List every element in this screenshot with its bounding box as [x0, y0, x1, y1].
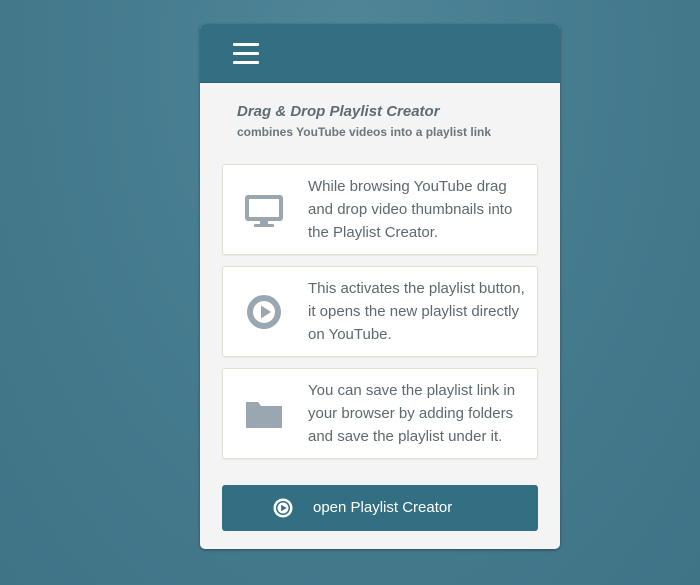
- hamburger-menu-icon[interactable]: [233, 43, 259, 65]
- info-text-save: You can save the playlist link in your b…: [308, 382, 516, 445]
- info-box-activate: This activates the playlist button, it o…: [222, 266, 538, 357]
- info-box-browse: While browsing YouTube drag and drop vid…: [222, 164, 538, 255]
- open-button-label: open Playlist Creator: [313, 499, 453, 516]
- page-title: Drag & Drop Playlist Creator: [237, 103, 440, 120]
- page-subtitle: combines YouTube videos into a playlist …: [237, 125, 492, 139]
- info-box-save: You can save the playlist link in your b…: [222, 368, 538, 459]
- popup-header: [200, 24, 560, 83]
- popup-card: Drag & Drop Playlist Creator combines Yo…: [200, 24, 560, 549]
- info-text-browse: While browsing YouTube drag and drop vid…: [308, 178, 513, 241]
- monitor-icon: [243, 189, 285, 231]
- play-circle-icon: [243, 291, 285, 333]
- folder-icon: [243, 393, 285, 435]
- open-playlist-creator-button[interactable]: open Playlist Creator: [222, 485, 538, 531]
- info-text-activate: This activates the playlist button, it o…: [308, 280, 525, 343]
- play-circle-icon: [272, 497, 294, 519]
